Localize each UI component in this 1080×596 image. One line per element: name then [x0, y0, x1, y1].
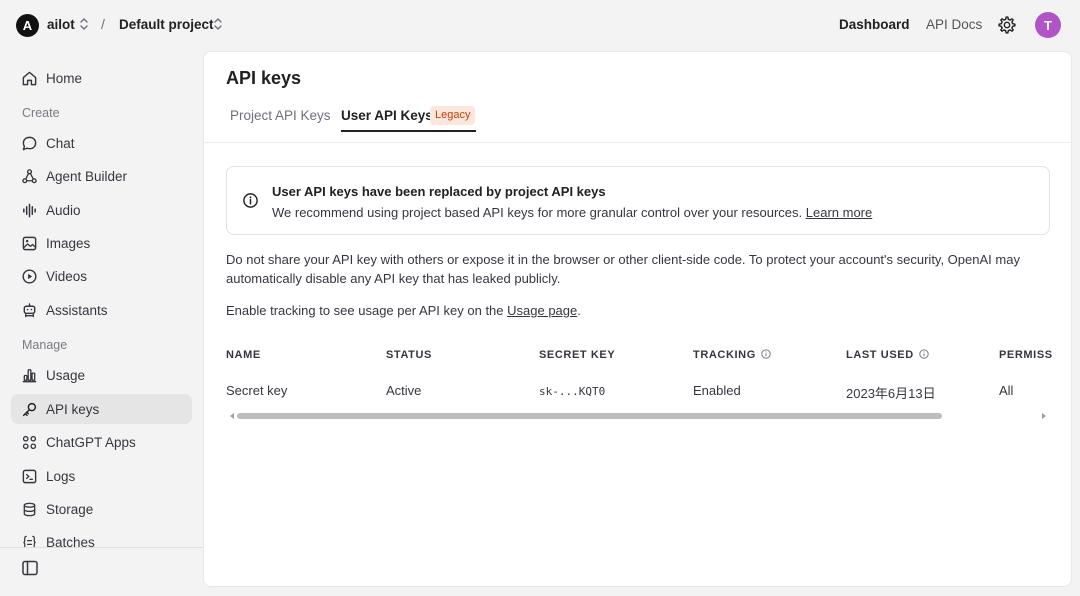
sidebar-item-storage[interactable]: Storage — [11, 494, 192, 524]
sidebar-item-api-keys[interactable]: API keys — [11, 394, 192, 424]
cell-permissions: All — [999, 383, 1014, 398]
nav-dashboard-link[interactable]: Dashboard — [839, 17, 910, 32]
sidebar-item-label: Batches — [46, 535, 95, 547]
org-logo[interactable]: A — [16, 14, 39, 37]
breadcrumb-separator: / — [101, 16, 105, 32]
legacy-badge: Legacy — [430, 106, 476, 125]
sidebar-item-label: Videos — [46, 269, 88, 284]
security-warning-text: Do not share your API key with others or… — [226, 252, 1020, 286]
sidebar-item-label: Storage — [46, 502, 94, 517]
home-icon — [22, 71, 37, 86]
chat-bubble-icon — [22, 136, 37, 151]
learn-more-link[interactable]: Learn more — [806, 205, 872, 220]
bar-chart-icon — [22, 369, 37, 383]
cell-secret-key: sk-...KQT0 — [539, 385, 606, 398]
column-header-permissions: PERMISS — [999, 349, 1053, 361]
sidebar-item-agent-builder[interactable]: Agent Builder — [11, 161, 192, 191]
main-panel: API keys Project API Keys User API Keys … — [203, 51, 1072, 587]
image-icon — [22, 236, 37, 251]
sidebar: Home Create Chat Agent Builder Audio Ima… — [0, 50, 203, 596]
column-header-last-used: LAST USED — [846, 349, 929, 361]
sidebar-item-label: API keys — [46, 402, 100, 417]
column-header-label: LAST USED — [846, 349, 914, 361]
sidebar-item-chatgpt-apps[interactable]: ChatGPT Apps — [11, 427, 192, 457]
horizontal-scrollbar[interactable] — [226, 410, 1050, 422]
sidebar-section-manage: Manage — [22, 338, 68, 352]
info-icon[interactable] — [919, 349, 929, 359]
tabs-divider — [204, 142, 1071, 143]
sidebar-item-batches[interactable]: Batches — [11, 527, 192, 547]
page-title: API keys — [226, 68, 302, 88]
sidebar-section-create: Create — [22, 106, 60, 120]
tracking-hint: Enable tracking to see usage per API key… — [226, 303, 581, 318]
sidebar-item-images[interactable]: Images — [11, 228, 192, 258]
sidebar-item-chat[interactable]: Chat — [11, 128, 192, 158]
project-switcher-label[interactable]: Default project — [119, 17, 214, 32]
top-bar: A ailot / Default project Dashboard API … — [0, 0, 1080, 50]
user-avatar[interactable]: T — [1035, 12, 1061, 38]
sidebar-item-logs[interactable]: Logs — [11, 461, 192, 491]
play-circle-icon — [22, 269, 37, 284]
sidebar-item-label: ChatGPT Apps — [46, 435, 136, 450]
cell-tracking: Enabled — [693, 383, 741, 398]
column-header-label: TRACKING — [693, 349, 756, 361]
sidebar-item-home[interactable]: Home — [11, 63, 192, 93]
nav-api-docs-link[interactable]: API Docs — [926, 17, 982, 32]
key-icon — [22, 402, 37, 417]
scroll-right-arrow-icon[interactable] — [1042, 413, 1046, 419]
cell-key-name: Secret key — [226, 383, 288, 398]
column-header-tracking: TRACKING — [693, 349, 771, 361]
sidebar-item-label: Logs — [46, 469, 76, 484]
sidebar-toggle-icon[interactable] — [21, 559, 39, 577]
audio-waveform-icon — [23, 203, 36, 218]
column-header-name: NAME — [226, 349, 261, 361]
sidebar-item-videos[interactable]: Videos — [11, 261, 192, 291]
info-icon — [243, 193, 258, 208]
settings-gear-icon[interactable] — [997, 15, 1017, 35]
cell-last-used: 2023年6月13日 — [846, 386, 936, 401]
sidebar-item-label: Audio — [46, 203, 81, 218]
sidebar-item-usage[interactable]: Usage — [11, 360, 192, 390]
sidebar-item-label: Agent Builder — [46, 169, 128, 184]
sidebar-item-label: Assistants — [46, 303, 108, 318]
tracking-hint-suffix: . — [577, 303, 581, 318]
org-switcher-label[interactable]: ailot — [47, 17, 75, 32]
chevron-up-down-icon[interactable] — [79, 16, 89, 32]
tab-project-api-keys[interactable]: Project API Keys — [230, 108, 331, 123]
column-header-status: STATUS — [386, 349, 432, 361]
agent-network-icon — [22, 169, 37, 184]
terminal-icon — [22, 469, 37, 484]
chevron-up-down-icon[interactable] — [213, 16, 223, 32]
robot-icon — [23, 303, 36, 318]
active-tab-indicator — [341, 130, 476, 132]
sidebar-divider — [0, 547, 203, 548]
notice-text: We recommend using project based API key… — [272, 205, 803, 220]
tab-user-api-keys[interactable]: User API Keys — [341, 108, 433, 123]
tracking-hint-text: Enable tracking to see usage per API key… — [226, 303, 504, 318]
cell-status: Active — [386, 383, 422, 398]
legacy-notice-banner: User API keys have been replaced by proj… — [226, 166, 1050, 235]
sidebar-item-label: Images — [46, 236, 91, 251]
batches-braces-icon — [23, 535, 36, 547]
sidebar-item-label: Home — [46, 71, 83, 86]
usage-page-link[interactable]: Usage page — [507, 303, 577, 318]
notice-title: User API keys have been replaced by proj… — [272, 184, 606, 199]
info-icon[interactable] — [761, 349, 771, 359]
database-icon — [23, 502, 36, 517]
scroll-left-arrow-icon[interactable] — [230, 413, 234, 419]
sidebar-item-audio[interactable]: Audio — [11, 195, 192, 225]
scrollbar-thumb[interactable] — [237, 413, 942, 419]
notice-body: We recommend using project based API key… — [272, 205, 872, 220]
sidebar-item-label: Chat — [46, 136, 75, 151]
sidebar-item-label: Usage — [46, 368, 86, 383]
sidebar-item-assistants[interactable]: Assistants — [11, 295, 192, 325]
column-header-secret-key: SECRET KEY — [539, 349, 616, 361]
apps-grid-icon — [22, 435, 37, 450]
